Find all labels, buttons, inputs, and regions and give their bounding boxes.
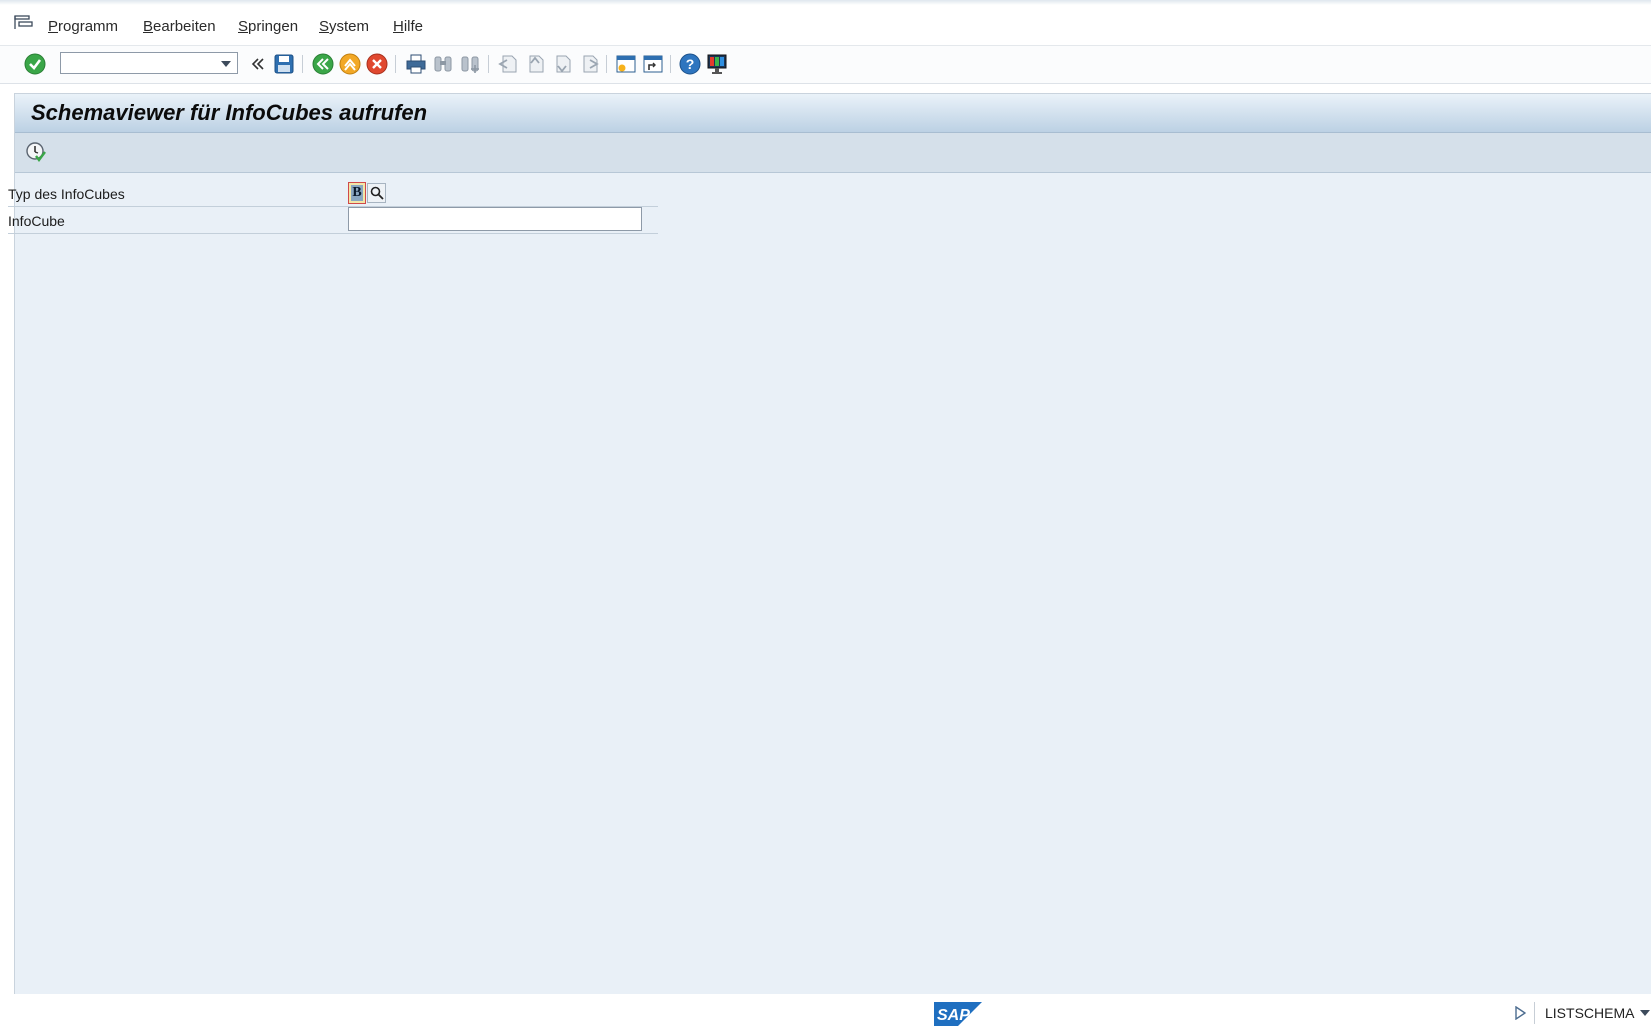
first-page-icon[interactable]: [496, 52, 520, 76]
toolbar-separator: [670, 55, 671, 73]
enter-check-icon[interactable]: [23, 52, 47, 76]
title-bar: Schemaviewer für InfoCubes aufrufen: [15, 94, 1651, 133]
form-row-type: Typ des InfoCubes B: [8, 180, 658, 207]
create-shortcut-icon[interactable]: [641, 52, 665, 76]
infocube-label: InfoCube: [8, 213, 65, 229]
standard-toolbar: ?: [0, 46, 1651, 84]
toolbar-separator: [606, 55, 607, 73]
status-separator: [1534, 1002, 1535, 1024]
find-next-icon[interactable]: [458, 52, 482, 76]
toolbar-separator: [488, 55, 489, 73]
infocube-input[interactable]: [348, 207, 642, 231]
status-bar: SAP LISTSCHEMA: [0, 994, 1651, 1029]
form-row-infocube: InfoCube: [8, 207, 658, 234]
system-info[interactable]: LISTSCHEMA: [1514, 1002, 1651, 1024]
expand-status-icon[interactable]: [1514, 1006, 1526, 1020]
toolbar-separator: [302, 55, 303, 73]
previous-page-icon[interactable]: [523, 52, 547, 76]
application-toolbar: [15, 133, 1651, 173]
menu-hilfe[interactable]: Hilfe: [393, 18, 423, 35]
type-value: B: [351, 185, 363, 201]
last-page-icon[interactable]: [577, 52, 601, 76]
page-title: Schemaviewer für InfoCubes aufrufen: [31, 100, 428, 125]
next-page-icon[interactable]: [550, 52, 574, 76]
type-field[interactable]: B: [348, 182, 366, 204]
toolbar-separator: [395, 55, 396, 73]
program-name: LISTSCHEMA: [1545, 1005, 1635, 1021]
execute-icon[interactable]: [25, 141, 47, 163]
system-menu-icon[interactable]: [14, 15, 34, 31]
help-icon[interactable]: ?: [678, 52, 702, 76]
status-dropdown-icon[interactable]: [1640, 1010, 1651, 1016]
menu-system[interactable]: System: [319, 18, 369, 35]
collapse-command-icon[interactable]: [246, 52, 270, 76]
command-field[interactable]: [60, 52, 238, 74]
back-icon[interactable]: [311, 52, 335, 76]
svg-text:?: ?: [686, 56, 695, 72]
new-session-icon[interactable]: [614, 52, 638, 76]
menu-springen[interactable]: Springen: [238, 18, 298, 35]
magnifier-icon: [370, 186, 384, 200]
exit-icon[interactable]: [338, 52, 362, 76]
save-icon[interactable]: [272, 52, 296, 76]
command-dropdown-icon[interactable]: [221, 61, 231, 67]
menu-bearbeiten[interactable]: Bearbeiten: [143, 18, 216, 35]
value-help-button[interactable]: [367, 183, 386, 203]
type-label: Typ des InfoCubes: [8, 186, 125, 202]
sap-logo-text: SAP: [937, 1007, 970, 1024]
menu-programm[interactable]: Programm: [48, 18, 118, 35]
cancel-icon[interactable]: [365, 52, 389, 76]
print-icon[interactable]: [404, 52, 428, 76]
menu-bar: Programm Bearbeiten Springen System Hilf…: [0, 5, 1651, 46]
find-icon[interactable]: [431, 52, 455, 76]
customize-layout-icon[interactable]: [705, 52, 729, 76]
command-input[interactable]: [65, 54, 219, 74]
sap-logo: SAP: [934, 1002, 982, 1029]
